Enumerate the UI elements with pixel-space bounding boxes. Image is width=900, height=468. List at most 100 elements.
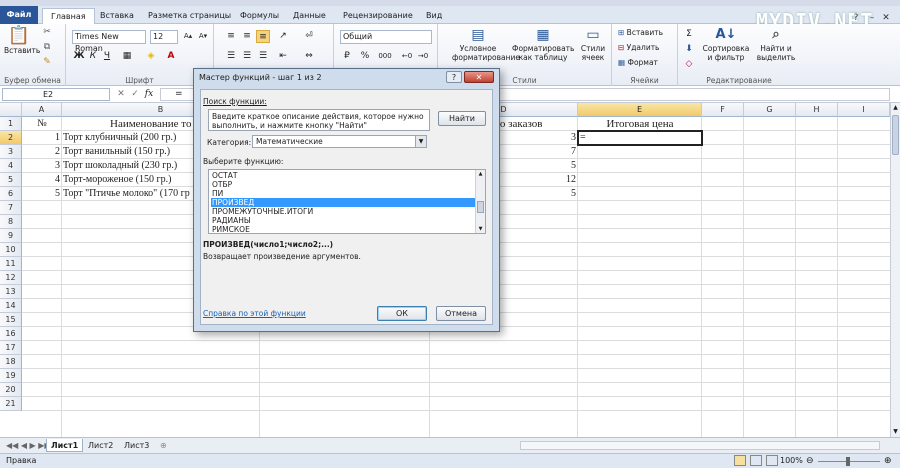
zoom-slider-thumb[interactable]	[846, 457, 850, 466]
page-break-view-icon[interactable]	[766, 455, 778, 466]
shrink-font-icon[interactable]: A▾	[196, 30, 210, 43]
row-header[interactable]: 21	[0, 397, 22, 411]
row-header[interactable]: 3	[0, 145, 22, 159]
row-header[interactable]: 19	[0, 369, 22, 383]
row-header[interactable]: 14	[0, 299, 22, 313]
list-scrollbar[interactable]: ▲ ▼	[475, 170, 485, 233]
align-middle-icon[interactable]: ≡	[240, 30, 254, 43]
col-header-g[interactable]: G	[744, 103, 796, 117]
tab-formulas[interactable]: Формулы	[240, 8, 279, 24]
dialog-close-icon[interactable]: ✕	[464, 71, 494, 83]
horizontal-scrollbar[interactable]	[520, 441, 880, 450]
align-right-icon[interactable]: ☰	[256, 50, 270, 63]
sort-filter-button[interactable]: A↓ Сортировка и фильтр	[700, 26, 752, 62]
function-item[interactable]: ПРОМЕЖУТОЧНЫЕ.ИТОГИ	[211, 207, 475, 216]
function-item[interactable]: РИМСКОЕ	[211, 225, 475, 233]
close-icon[interactable]: ✕	[880, 12, 892, 24]
clear-icon[interactable]: ◇	[682, 58, 696, 71]
zoom-in-icon[interactable]: ⊕	[884, 454, 892, 468]
fill-color-icon[interactable]: ◈	[144, 50, 158, 63]
cell-e1[interactable]: Итоговая цена	[578, 117, 702, 131]
wrap-text-icon[interactable]: ⏎	[302, 30, 316, 43]
scroll-down-icon[interactable]: ▼	[476, 225, 485, 233]
function-item[interactable]: ОСТАТ	[211, 171, 475, 180]
scroll-down-icon[interactable]: ▼	[891, 427, 900, 437]
insert-cells-button[interactable]: ⊞ Вставить	[618, 28, 663, 37]
function-list[interactable]: ОСТАТ ОТБР ПИ ПРОИЗВЕД ПРОМЕЖУТОЧНЫЕ.ИТО…	[208, 169, 486, 234]
normal-view-icon[interactable]	[734, 455, 746, 466]
name-box[interactable]: E2	[2, 88, 110, 101]
text-orientation-icon[interactable]: ↗	[276, 30, 290, 43]
function-item-selected[interactable]: ПРОИЗВЕД	[211, 198, 475, 207]
cell-d1[interactable]: тво заказов	[490, 117, 578, 131]
cell-a5[interactable]: 4	[22, 173, 60, 187]
font-name-select[interactable]: Times New Roman	[72, 30, 146, 53]
cell-a4[interactable]: 3	[22, 159, 60, 173]
col-header-f[interactable]: F	[702, 103, 744, 117]
row-header[interactable]: 11	[0, 257, 22, 271]
format-as-table-button[interactable]: ▦ Форматировать как таблицу	[512, 26, 574, 62]
row-header[interactable]: 7	[0, 201, 22, 215]
cut-icon[interactable]: ✂	[40, 26, 54, 39]
vertical-scrollbar[interactable]: ▲ ▼	[890, 103, 900, 437]
enter-icon[interactable]: ✓	[128, 88, 142, 101]
increase-decimal-icon[interactable]: ←0	[400, 50, 414, 63]
cancel-entry-icon[interactable]: ✕	[114, 88, 128, 101]
row-header[interactable]: 13	[0, 285, 22, 299]
paste-button[interactable]: 📋 Вставить	[4, 26, 40, 56]
cell-a2[interactable]: 1	[22, 131, 60, 145]
tab-review[interactable]: Рецензирование	[343, 8, 413, 24]
row-header[interactable]: 16	[0, 327, 22, 341]
font-size-select[interactable]: 12	[150, 30, 178, 44]
help-link[interactable]: Справка по этой функции	[203, 309, 306, 318]
currency-icon[interactable]: ₽	[340, 50, 354, 63]
row-header[interactable]: 5	[0, 173, 22, 187]
help-icon[interactable]: ?	[850, 12, 862, 24]
cell-e2-active[interactable]: =	[577, 130, 703, 146]
tab-view[interactable]: Вид	[426, 8, 442, 24]
row-header[interactable]: 15	[0, 313, 22, 327]
row-header[interactable]: 17	[0, 341, 22, 355]
row-header[interactable]: 2	[0, 131, 22, 145]
align-center-icon[interactable]: ☰	[240, 50, 254, 63]
minimize-icon[interactable]: –	[866, 12, 878, 24]
new-sheet-icon[interactable]: ⊕	[156, 439, 171, 452]
cancel-button[interactable]: Отмена	[436, 306, 486, 321]
col-header-e[interactable]: E	[578, 103, 702, 117]
italic-icon[interactable]: К	[86, 50, 100, 63]
row-header[interactable]: 8	[0, 215, 22, 229]
align-top-icon[interactable]: ≡	[224, 30, 238, 43]
tab-insert[interactable]: Вставка	[100, 8, 134, 24]
zoom-out-icon[interactable]: ⊖	[806, 454, 814, 468]
category-select[interactable]: Математические ▼	[252, 135, 427, 148]
underline-icon[interactable]: Ч	[100, 50, 114, 63]
format-painter-icon[interactable]: ✎	[40, 56, 54, 69]
row-header[interactable]: 18	[0, 355, 22, 369]
thousands-button[interactable]: 000	[376, 50, 394, 63]
align-bottom-icon[interactable]: ≡	[256, 30, 270, 43]
col-header-h[interactable]: H	[796, 103, 838, 117]
decrease-decimal-icon[interactable]: →0	[416, 50, 430, 63]
row-header[interactable]: 20	[0, 383, 22, 397]
tab-page-layout[interactable]: Разметка страницы	[148, 8, 231, 24]
select-all-corner[interactable]	[0, 103, 22, 117]
copy-icon[interactable]: ⧉	[40, 41, 54, 54]
autosum-icon[interactable]: Σ	[682, 28, 696, 41]
cell-a6[interactable]: 5	[22, 187, 60, 201]
percent-button[interactable]: %	[358, 50, 372, 63]
chevron-down-icon[interactable]: ▼	[415, 136, 426, 147]
tab-data[interactable]: Данные	[293, 8, 326, 24]
page-layout-view-icon[interactable]	[750, 455, 762, 466]
scroll-up-icon[interactable]: ▲	[476, 170, 485, 178]
font-color-icon[interactable]: A	[164, 50, 178, 63]
cell-styles-button[interactable]: ▭ Стили ячеек	[576, 26, 610, 62]
sheet-tab-3[interactable]: Лист3	[120, 439, 153, 452]
scroll-up-icon[interactable]: ▲	[891, 103, 900, 113]
fill-icon[interactable]: ⬇	[682, 43, 696, 56]
list-scroll-thumb[interactable]	[477, 201, 484, 213]
number-format-select[interactable]: Общий	[340, 30, 432, 44]
function-item[interactable]: РАДИАНЫ	[211, 216, 475, 225]
dialog-help-icon[interactable]: ?	[446, 71, 462, 83]
sheet-tab-1[interactable]: Лист1	[46, 439, 84, 452]
row-header[interactable]: 4	[0, 159, 22, 173]
